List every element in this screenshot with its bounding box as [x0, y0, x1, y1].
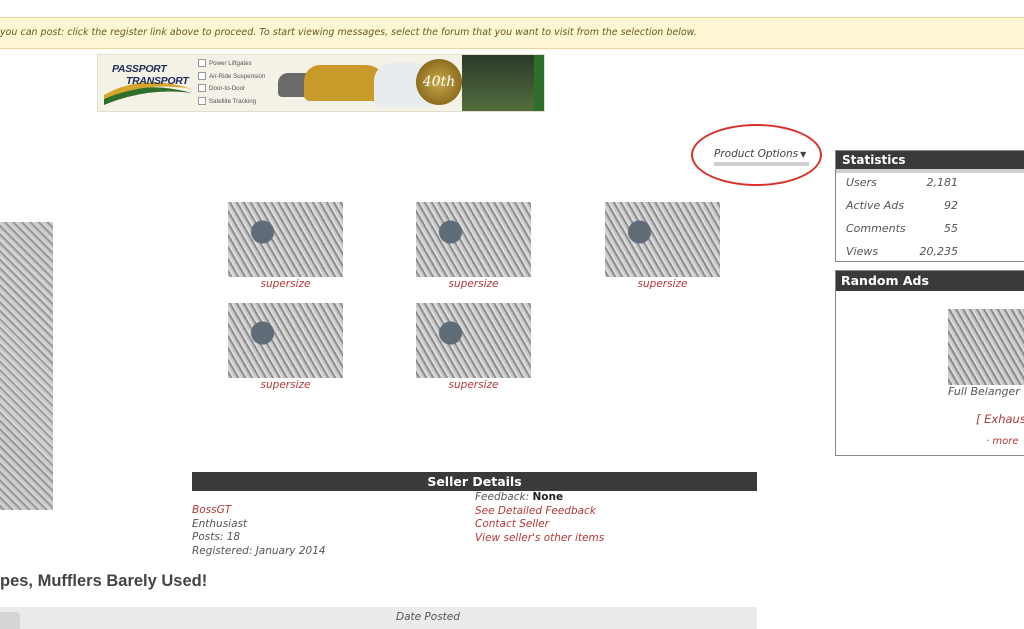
random-ads-panel: Random Ads Full Belanger [ Exhaus · more — [835, 270, 1024, 456]
statistics-panel: Statistics Users 2,181 Active Ads 92 Com… — [835, 150, 1024, 262]
thumbnail-image[interactable] — [416, 202, 531, 277]
banner-feature: Door-to-Door — [198, 83, 265, 96]
thumbnail-image[interactable] — [228, 202, 343, 277]
stat-row-users: Users 2,181 — [836, 173, 1024, 196]
supersize-link[interactable]: supersize — [228, 379, 343, 391]
thumbnail-1[interactable]: supersize — [228, 202, 343, 290]
table-tab[interactable] — [0, 612, 20, 629]
random-ad-title[interactable]: Full Belanger — [948, 385, 1020, 398]
passport-transport-logo: PASSPORT TRANSPORT — [102, 59, 194, 107]
checkbox-icon — [198, 71, 206, 80]
banner-stripe — [534, 55, 544, 111]
stat-label: Views — [846, 245, 879, 258]
thumbnail-image[interactable] — [416, 303, 531, 378]
truck-image — [462, 55, 534, 111]
product-options-label: Product Options — [714, 148, 799, 160]
checkbox-icon — [198, 96, 206, 105]
stat-value: 92 — [944, 199, 958, 212]
contact-seller-link[interactable]: Contact Seller — [475, 518, 604, 532]
random-ad-image[interactable] — [948, 309, 1024, 385]
seller-info: BossGT Enthusiast Posts: 18 Registered: … — [192, 504, 326, 558]
feedback-label: Feedback: — [475, 491, 530, 503]
checkbox-icon — [198, 84, 206, 93]
logo-text-line2: TRANSPORT — [126, 75, 189, 87]
seller-posts: Posts: 18 — [192, 531, 241, 543]
stat-row-active-ads: Active Ads 92 — [836, 196, 1024, 219]
stat-label: Active Ads — [846, 199, 904, 212]
seller-details-title: Seller Details — [192, 472, 757, 491]
stat-label: Comments — [846, 222, 906, 235]
stat-value: 2,181 — [926, 176, 959, 189]
supersize-link[interactable]: supersize — [605, 278, 720, 290]
thumbnail-3[interactable]: supersize — [605, 202, 720, 290]
thumbnail-image[interactable] — [228, 303, 343, 378]
thumbnail-5[interactable]: supersize — [416, 303, 531, 391]
supersize-link[interactable]: supersize — [416, 278, 531, 290]
logo-text-line1: PASSPORT — [112, 63, 167, 75]
comments-table-header: Date Posted — [0, 607, 757, 629]
statistics-title: Statistics — [836, 151, 1024, 173]
product-title: pes, Mufflers Barely Used! — [0, 572, 208, 590]
caret-down-icon: ▼ — [800, 150, 807, 159]
banner-feature: Air-Ride Suspension — [198, 71, 265, 84]
feedback-value: None — [532, 491, 564, 503]
thumbnail-image[interactable] — [605, 202, 720, 277]
stat-row-comments: Comments 55 — [836, 219, 1024, 242]
seller-registered: Registered: January 2014 — [192, 544, 326, 557]
random-ad-category-link[interactable]: [ Exhaus — [976, 412, 1024, 426]
supersize-link[interactable]: supersize — [228, 278, 343, 290]
banner-feature: Satellite Tracking — [198, 96, 265, 109]
guest-notice-bar: you can post: click the register link ab… — [0, 17, 1024, 49]
seller-other-items-link[interactable]: View seller's other items — [475, 532, 604, 546]
feedback-line: Feedback: None — [475, 491, 604, 505]
stat-value: 20,235 — [919, 245, 959, 258]
guest-notice-text: you can post: click the register link ab… — [0, 27, 697, 38]
product-options-dropdown[interactable]: Product Options ▼ — [714, 148, 809, 166]
detailed-feedback-link[interactable]: See Detailed Feedback — [475, 505, 604, 519]
date-posted-column: Date Posted — [396, 611, 460, 623]
banner-feature: Power Liftgates — [198, 58, 265, 71]
stat-label: Users — [846, 176, 877, 189]
stat-row-views: Views 20,235 — [836, 242, 1024, 265]
random-ads-more-link[interactable]: · more — [986, 436, 1018, 447]
thumbnail-2[interactable]: supersize — [416, 202, 531, 290]
seller-username-link[interactable]: BossGT — [192, 504, 326, 518]
checkbox-icon — [198, 59, 206, 68]
advertisement-banner[interactable]: PASSPORT TRANSPORT Power Liftgates Air-R… — [97, 54, 545, 112]
seller-rank: Enthusiast — [192, 517, 248, 530]
seller-actions: Feedback: None See Detailed Feedback Con… — [475, 491, 604, 545]
banner-feature-list: Power Liftgates Air-Ride Suspension Door… — [198, 58, 265, 108]
random-ads-title: Random Ads — [836, 271, 1024, 291]
supersize-link[interactable]: supersize — [416, 379, 531, 391]
stat-value: 55 — [944, 222, 958, 235]
main-product-photo[interactable] — [0, 222, 53, 510]
anniversary-seal: 40th — [416, 59, 462, 105]
thumbnail-4[interactable]: supersize — [228, 303, 343, 391]
